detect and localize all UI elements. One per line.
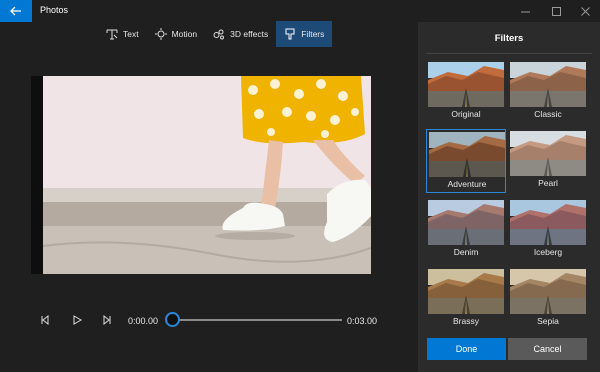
tab-text-label: Text — [123, 29, 139, 39]
filter-label: Pearl — [538, 178, 558, 188]
filter-thumbnail — [510, 200, 586, 245]
filter-label: Denim — [453, 247, 479, 257]
motion-icon — [154, 28, 167, 40]
filter-brassy[interactable]: Brassy — [426, 267, 506, 331]
current-time: 0:00.00 — [128, 316, 159, 326]
minimize-button[interactable] — [510, 0, 540, 22]
maximize-button[interactable] — [541, 0, 571, 22]
filter-thumbnail — [428, 269, 504, 314]
filter-label: Adventure — [447, 179, 487, 189]
filter-thumbnail — [428, 200, 504, 245]
play-button[interactable] — [70, 313, 84, 327]
filter-thumbnail — [510, 269, 586, 314]
filter-label: Brassy — [453, 316, 479, 326]
filter-classic[interactable]: Classic — [508, 60, 588, 124]
back-button[interactable] — [0, 0, 32, 22]
filters-panel: Filters Original Classic Adventure Pearl… — [418, 22, 600, 372]
filter-denim[interactable]: Denim — [426, 198, 506, 262]
tab-motion[interactable]: Motion — [147, 21, 206, 47]
filter-pearl[interactable]: Pearl — [508, 129, 588, 193]
minimize-icon — [520, 11, 530, 12]
done-button[interactable]: Done — [427, 338, 506, 360]
skip-forward-icon — [103, 315, 111, 325]
arrow-left-icon — [10, 6, 21, 16]
app-title: Photos — [40, 5, 69, 15]
tab-3d-effects[interactable]: 3D effects — [205, 21, 276, 47]
3d-effects-icon — [213, 29, 225, 40]
end-time: 0:03.00 — [347, 316, 378, 326]
close-icon — [580, 6, 590, 16]
filter-thumbnail — [428, 62, 504, 107]
tab-filters-label: Filters — [301, 29, 325, 39]
scrub-track[interactable] — [172, 319, 342, 321]
cancel-button[interactable]: Cancel — [508, 338, 587, 360]
filter-label: Sepia — [537, 316, 559, 326]
filter-label: Original — [451, 109, 481, 119]
filter-label: Classic — [534, 109, 562, 119]
filter-original[interactable]: Original — [426, 60, 506, 124]
filter-label: Iceberg — [533, 247, 563, 257]
maximize-icon — [551, 6, 561, 16]
divider — [426, 53, 592, 54]
title-bar: Photos — [0, 0, 600, 22]
scrub-thumb[interactable] — [165, 312, 180, 327]
skip-back-icon — [41, 315, 49, 325]
filters-icon — [285, 28, 295, 40]
next-frame-button[interactable] — [100, 313, 114, 327]
previous-frame-button[interactable] — [38, 313, 52, 327]
video-preview — [31, 76, 371, 274]
text-icon — [106, 29, 118, 40]
play-icon — [73, 315, 82, 325]
tab-text[interactable]: Text — [98, 21, 147, 47]
filter-adventure[interactable]: Adventure — [426, 129, 506, 193]
panel-title: Filters — [494, 33, 524, 44]
video-frame — [43, 76, 371, 274]
filter-iceberg[interactable]: Iceberg — [508, 198, 588, 262]
filter-sepia[interactable]: Sepia — [508, 267, 588, 331]
filter-thumbnail — [429, 132, 505, 177]
tab-filters[interactable]: Filters — [276, 21, 333, 47]
filter-thumbnail — [510, 131, 586, 176]
editor-toolbar: Text Motion 3D effects Filters — [98, 21, 333, 47]
tab-motion-label: Motion — [171, 29, 198, 39]
tab-3d-effects-label: 3D effects — [230, 29, 269, 39]
close-button[interactable] — [570, 0, 600, 22]
filter-thumbnail — [510, 62, 586, 107]
